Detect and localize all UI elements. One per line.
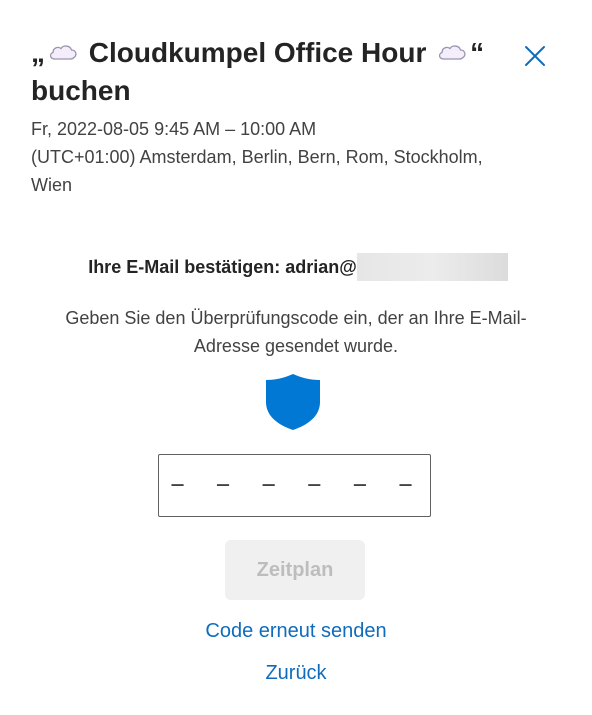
title-event-name: Cloudkumpel Office Hour	[88, 37, 427, 68]
close-icon	[525, 46, 545, 66]
cloud-icon	[439, 45, 466, 60]
shield-icon	[266, 374, 320, 430]
redacted-email	[356, 253, 508, 281]
resend-code-link[interactable]: Code erneut senden	[0, 617, 592, 645]
confirm-email-label: Ihre E-Mail bestätigen: adrian@	[88, 257, 357, 277]
schedule-button[interactable]: Zeitplan	[225, 540, 365, 600]
verification-instructions: Geben Sie den Überprüfungscode ein, der …	[65, 308, 527, 356]
page-title: „ Cloudkumpel Office Hour “ buchen	[31, 34, 521, 110]
booking-datetime: Fr, 2022-08-05 9:45 AM – 10:00 AM	[31, 119, 317, 139]
title-suffix: buchen	[31, 75, 131, 106]
verification-code-input[interactable]	[158, 454, 431, 517]
booking-timezone: (UTC+01:00) Amsterdam, Berlin, Bern, Rom…	[31, 147, 483, 195]
cloud-icon	[49, 45, 77, 60]
close-button[interactable]	[521, 42, 549, 70]
title-close-quote: “	[470, 37, 485, 68]
booking-details: Fr, 2022-08-05 9:45 AM – 10:00 AM (UTC+0…	[31, 115, 501, 199]
booking-verification-panel: „ Cloudkumpel Office Hour “ buchen Fr, 20…	[0, 0, 592, 715]
back-link[interactable]: Zurück	[0, 659, 592, 687]
title-open-quote: „	[31, 37, 45, 68]
confirm-email-line: Ihre E-Mail bestätigen: adrian@	[0, 253, 592, 281]
